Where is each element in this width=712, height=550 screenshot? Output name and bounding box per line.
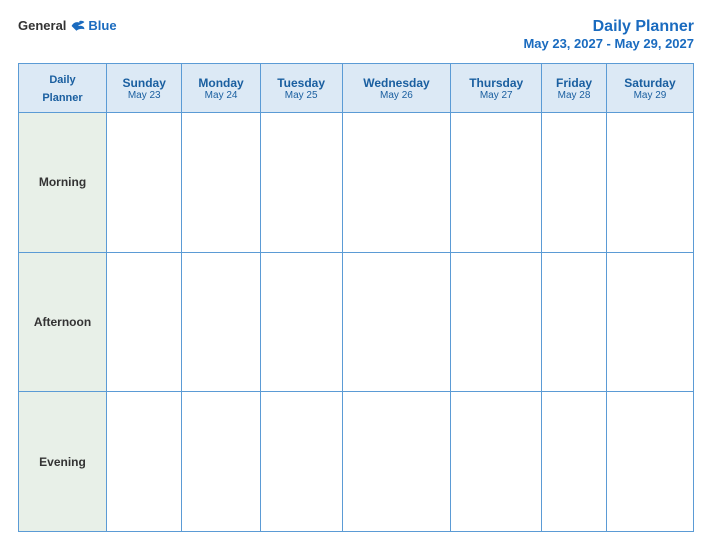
evening-thursday-cell[interactable] [451,392,542,532]
morning-label: Morning [19,113,107,253]
evening-wednesday-cell[interactable] [342,392,451,532]
logo-blue-text: Blue [88,18,116,33]
afternoon-friday-cell[interactable] [542,252,607,392]
col-header-thursday: Thursday May 27 [451,64,542,113]
friday-date: May 28 [546,90,602,101]
afternoon-label: Afternoon [19,252,107,392]
table-row-morning: Morning [19,113,694,253]
planner-title: Daily Planner [523,18,694,36]
wednesday-date: May 26 [347,90,447,101]
monday-date: May 24 [186,90,255,101]
logo-general-text: General [18,18,66,33]
evening-monday-cell[interactable] [182,392,260,532]
col-header-friday: Friday May 28 [542,64,607,113]
afternoon-monday-cell[interactable] [182,252,260,392]
afternoon-thursday-cell[interactable] [451,252,542,392]
morning-thursday-cell[interactable] [451,113,542,253]
morning-tuesday-cell[interactable] [260,113,342,253]
table-row-evening: Evening [19,392,694,532]
col-header-sunday: Sunday May 23 [107,64,182,113]
evening-label: Evening [19,392,107,532]
evening-friday-cell[interactable] [542,392,607,532]
page: General Blue Daily Planner May 23, 2027 … [0,0,712,550]
friday-label: Friday [546,76,602,90]
title-area: Daily Planner May 23, 2027 - May 29, 202… [523,18,694,51]
morning-friday-cell[interactable] [542,113,607,253]
morning-wednesday-cell[interactable] [342,113,451,253]
header: General Blue Daily Planner May 23, 2027 … [18,18,694,51]
tuesday-date: May 25 [265,90,338,101]
table-row-afternoon: Afternoon [19,252,694,392]
thursday-label: Thursday [455,76,537,90]
morning-monday-cell[interactable] [182,113,260,253]
col-header-wednesday: Wednesday May 26 [342,64,451,113]
table-header-row: DailyPlanner Sunday May 23 Monday May 24… [19,64,694,113]
date-range: May 23, 2027 - May 29, 2027 [523,36,694,51]
evening-saturday-cell[interactable] [606,392,693,532]
tuesday-label: Tuesday [265,76,338,90]
afternoon-tuesday-cell[interactable] [260,252,342,392]
logo-area: General Blue [18,18,117,33]
saturday-label: Saturday [611,76,689,90]
logo-bird-icon [70,19,86,33]
col-header-tuesday: Tuesday May 25 [260,64,342,113]
afternoon-wednesday-cell[interactable] [342,252,451,392]
evening-sunday-cell[interactable] [107,392,182,532]
logo-text: General Blue [18,18,117,33]
monday-label: Monday [186,76,255,90]
wednesday-label: Wednesday [347,76,447,90]
col-header-saturday: Saturday May 29 [606,64,693,113]
afternoon-saturday-cell[interactable] [606,252,693,392]
morning-sunday-cell[interactable] [107,113,182,253]
sunday-date: May 23 [111,90,177,101]
sunday-label: Sunday [111,76,177,90]
col-header-label: DailyPlanner [19,64,107,113]
saturday-date: May 29 [611,90,689,101]
afternoon-sunday-cell[interactable] [107,252,182,392]
col-header-monday: Monday May 24 [182,64,260,113]
morning-saturday-cell[interactable] [606,113,693,253]
daily-planner-label: DailyPlanner [42,74,82,104]
thursday-date: May 27 [455,90,537,101]
planner-table: DailyPlanner Sunday May 23 Monday May 24… [18,63,694,532]
evening-tuesday-cell[interactable] [260,392,342,532]
